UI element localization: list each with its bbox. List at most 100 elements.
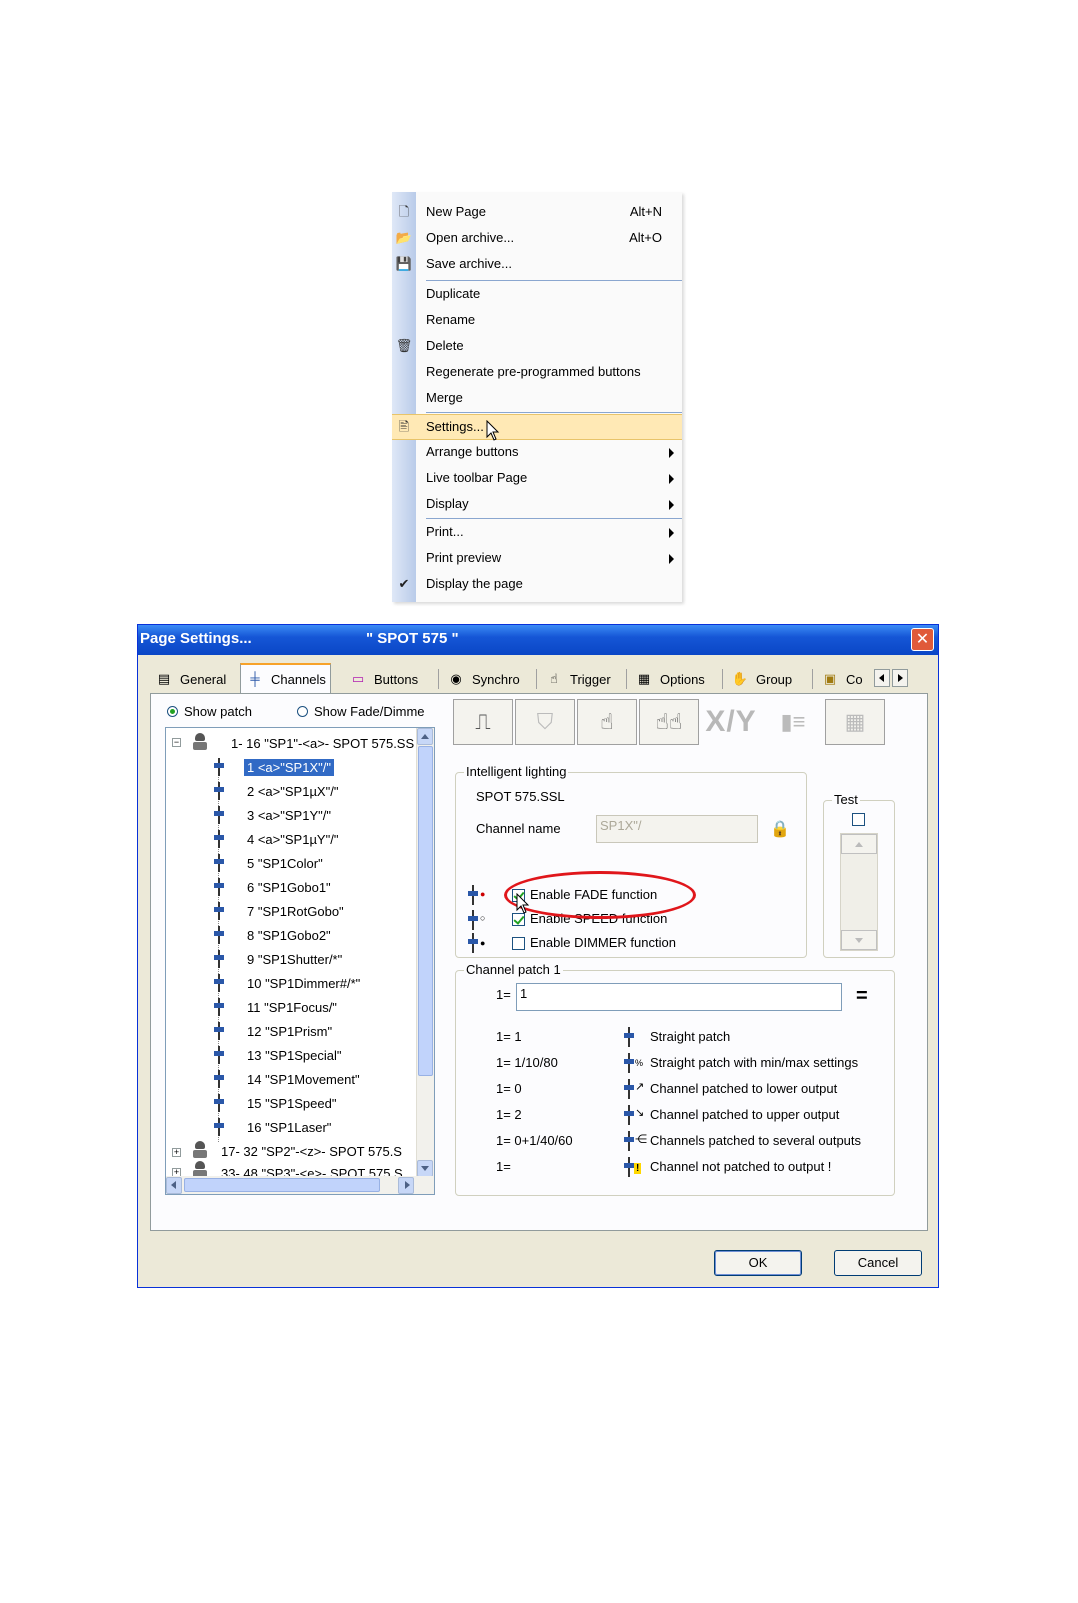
test-checkbox[interactable] xyxy=(852,813,865,826)
tree-channel-10[interactable]: 10 "SP1Dimmer#/*" xyxy=(212,972,363,994)
tab-scroll-right-button[interactable] xyxy=(892,669,908,687)
dimmer-channel-icon xyxy=(212,902,226,920)
scroll-thumb[interactable] xyxy=(418,746,433,1076)
tree-expand-toggle[interactable]: + xyxy=(172,1148,181,1157)
patch-input[interactable]: 1 xyxy=(516,983,842,1011)
minmax-patch-icon xyxy=(624,1053,634,1073)
two-hands-button[interactable]: ☝☝ xyxy=(639,699,699,745)
tab-co[interactable]: ▣ Co xyxy=(816,665,867,693)
submenu-arrow-icon xyxy=(669,554,674,564)
tree-channel-3[interactable]: 3 <a>"SP1Y"/" xyxy=(212,804,334,826)
patch-input-label: 1= xyxy=(496,987,511,1002)
speed-indicator-dot: ○ xyxy=(480,913,486,923)
tree-collapse-toggle[interactable]: − xyxy=(172,738,181,747)
scroll-thumb[interactable] xyxy=(184,1178,380,1192)
ok-button[interactable]: OK xyxy=(714,1250,802,1276)
tab-channels[interactable]: ╪ Channels xyxy=(240,663,331,693)
shield-tool-button[interactable]: ⛉ xyxy=(515,699,575,745)
mouse-cursor-icon xyxy=(486,420,500,441)
menu-item-display[interactable]: Display xyxy=(392,492,682,516)
tree-channel-15[interactable]: 15 "SP1Speed" xyxy=(212,1092,339,1114)
dimmer-channel-icon xyxy=(212,1070,226,1088)
legend-desc: Channels patched to several outputs xyxy=(650,1133,862,1148)
legend-code: 1= 0+1/40/60 xyxy=(496,1133,573,1148)
tab-divider xyxy=(812,669,813,689)
menu-item-print-preview[interactable]: Print preview xyxy=(392,546,682,570)
scroll-up-button[interactable] xyxy=(417,728,433,745)
lock-icon[interactable]: 🔒 xyxy=(770,819,790,839)
tab-general[interactable]: ▤ General xyxy=(150,665,230,693)
channel-name-input[interactable]: SP1X"/ xyxy=(596,815,758,843)
trigger-hand-icon: ☝ xyxy=(550,671,558,686)
tab-scroll-left-button[interactable] xyxy=(874,669,890,687)
legend-code: 1= xyxy=(496,1159,511,1174)
tab-group[interactable]: ✋ Group xyxy=(726,665,796,693)
tree-channel-11[interactable]: 11 "SP1Focus/" xyxy=(212,996,340,1018)
dimmer-channel-icon xyxy=(212,950,226,968)
two-hands-icon: ☝☝ xyxy=(655,709,683,734)
menu-item-print[interactable]: Print... xyxy=(392,520,682,544)
tree-channel-4[interactable]: 4 <a>"SP1µY"/" xyxy=(212,828,341,850)
tree-channel-2[interactable]: 2 <a>"SP1µX"/" xyxy=(212,780,341,802)
tab-synchro[interactable]: ◉ Synchro xyxy=(442,665,524,693)
menu-item-live-toolbar-page[interactable]: Live toolbar Page xyxy=(392,466,682,490)
tree-channel-16[interactable]: 16 "SP1Laser" xyxy=(212,1116,334,1138)
scroll-left-button[interactable] xyxy=(166,1177,182,1194)
tab-divider xyxy=(722,669,723,689)
dimmer-function-icon xyxy=(468,933,478,953)
scroll-right-button[interactable] xyxy=(398,1177,414,1194)
page-settings-dialog: Page Settings... " SPOT 575 " ✕ ▤ Genera… xyxy=(137,624,939,1288)
fixture-spread-button[interactable]: ▮≡ xyxy=(763,699,823,745)
dimmer-channel-icon xyxy=(212,1046,226,1064)
tree-horizontal-scrollbar[interactable] xyxy=(166,1176,434,1194)
show-patch-radio[interactable]: Show patch xyxy=(167,704,252,719)
show-fade-radio[interactable]: Show Fade/Dimme xyxy=(297,704,425,719)
tree-vertical-scrollbar[interactable] xyxy=(416,728,434,1177)
menu-item-new-page[interactable]: 🗋 New Page Alt+N xyxy=(392,200,682,224)
tab-options[interactable]: ▦ Options xyxy=(630,665,709,693)
tree-channel-9[interactable]: 9 "SP1Shutter/*" xyxy=(212,948,345,970)
tree-channel-14[interactable]: 14 "SP1Movement" xyxy=(212,1068,363,1090)
cancel-button[interactable]: Cancel xyxy=(834,1250,922,1276)
tree-channel-7[interactable]: 7 "SP1RotGobo" xyxy=(212,900,347,922)
legend-desc: Straight patch with min/max settings xyxy=(650,1055,859,1070)
patch-tool-button[interactable]: ⎍ xyxy=(453,699,513,745)
tab-trigger[interactable]: ☝ Trigger xyxy=(540,665,615,693)
scroll-down-button[interactable] xyxy=(417,1160,433,1177)
open-folder-icon: 📂 xyxy=(395,230,413,245)
menu-item-regenerate-buttons[interactable]: Regenerate pre-programmed buttons xyxy=(392,360,682,384)
channel-tree[interactable]: − 1- 16 "SP1"-<a>- SPOT 575.SS 1 <a>"SP1… xyxy=(165,727,435,1195)
menu-item-settings[interactable]: 🖹 Settings... xyxy=(392,414,682,440)
test-down-button[interactable] xyxy=(841,930,877,950)
menu-item-open-archive[interactable]: 📂 Open archive... Alt+O xyxy=(392,226,682,250)
menu-item-save-archive[interactable]: 💾 Save archive... xyxy=(392,252,682,276)
tree-channel-6[interactable]: 6 "SP1Gobo1" xyxy=(212,876,334,898)
tree-channel-13[interactable]: 13 "SP1Special" xyxy=(212,1044,345,1066)
tree-channel-1[interactable]: 1 <a>"SP1X"/" xyxy=(212,756,334,778)
tree-channel-8[interactable]: 8 "SP1Gobo2" xyxy=(212,924,334,946)
test-up-button[interactable] xyxy=(841,834,877,854)
enable-dimmer-checkbox[interactable] xyxy=(512,937,525,950)
dimmer-channel-icon xyxy=(212,830,226,848)
tab-buttons[interactable]: ▭ Buttons xyxy=(344,665,422,693)
dimmer-indicator-dot: ● xyxy=(480,938,486,948)
tree-group-2[interactable]: 17- 32 "SP2"-<z>- SPOT 575.S xyxy=(218,1140,405,1162)
trash-icon: 🗑 xyxy=(395,338,413,353)
menu-item-duplicate[interactable]: Duplicate xyxy=(392,282,682,306)
menu-item-merge[interactable]: Merge xyxy=(392,386,682,410)
xy-button[interactable]: X/Y xyxy=(701,699,761,745)
menu-item-display-the-page[interactable]: ✔ Display the page xyxy=(392,572,682,596)
legend-desc: Straight patch xyxy=(650,1029,731,1044)
test-slider[interactable] xyxy=(840,833,878,951)
menu-item-delete[interactable]: 🗑 Delete xyxy=(392,334,682,358)
hand-pointer-button[interactable]: ☝ xyxy=(577,699,637,745)
grid-tool-button[interactable]: ▦ xyxy=(825,699,885,745)
arrow-up-icon xyxy=(855,842,863,847)
menu-item-rename[interactable]: Rename xyxy=(392,308,682,332)
close-button[interactable]: ✕ xyxy=(911,628,934,651)
tree-channel-5[interactable]: 5 "SP1Color" xyxy=(212,852,326,874)
tree-group-1[interactable]: 1- 16 "SP1"-<a>- SPOT 575.SS xyxy=(228,732,417,754)
apply-equals-button[interactable]: = xyxy=(856,985,868,1008)
tree-channel-12[interactable]: 12 "SP1Prism" xyxy=(212,1020,335,1042)
menu-item-arrange-buttons[interactable]: Arrange buttons xyxy=(392,440,682,464)
